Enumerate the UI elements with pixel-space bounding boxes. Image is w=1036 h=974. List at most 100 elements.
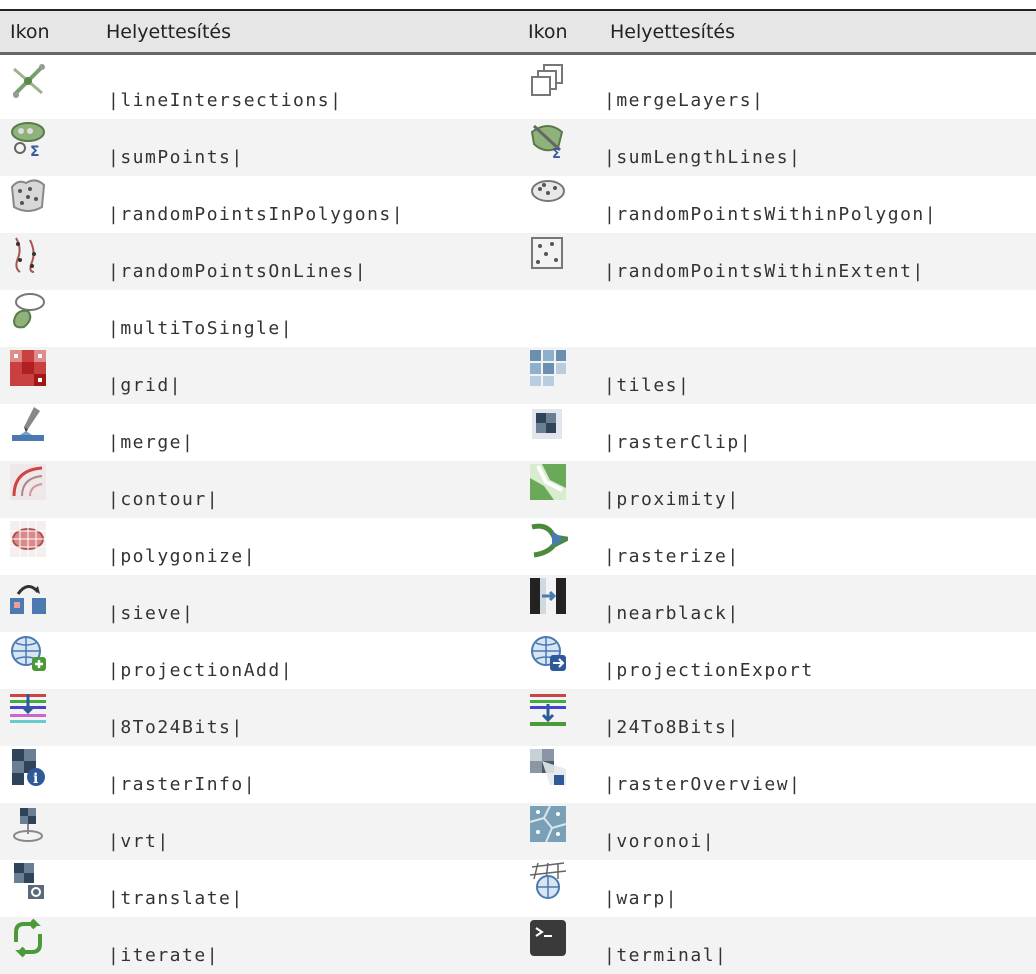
icon-cell xyxy=(0,461,96,518)
grid-icon xyxy=(10,350,46,386)
empty-icon-cell xyxy=(520,290,600,347)
voronoi-icon xyxy=(529,805,567,843)
icon-cell xyxy=(520,689,600,746)
icon-cell xyxy=(0,860,96,917)
substitution-text: |polygonize| xyxy=(108,546,257,567)
header-icon-col: Ikon xyxy=(0,11,96,55)
terminal-icon xyxy=(530,920,566,956)
sieve-icon xyxy=(10,585,46,614)
icon-cell xyxy=(520,347,600,404)
icon-cell xyxy=(0,347,96,404)
warp-icon xyxy=(529,862,567,899)
substitution-text: |terminal| xyxy=(600,917,1036,974)
substitution-text: |multiToSingle| xyxy=(108,318,294,339)
table-row: |lineIntersections| |mergeLayers| xyxy=(0,54,1036,120)
substitution-text: |randomPointsWithinPolygon| xyxy=(604,204,938,225)
random-points-in-polygons-icon xyxy=(10,179,46,212)
substitution-text: |sieve| xyxy=(96,575,520,632)
vrt-icon xyxy=(13,808,43,842)
raster-clip-icon xyxy=(532,409,562,439)
8-to-24-bits-icon xyxy=(10,694,46,723)
substitution-text: |mergeLayers| xyxy=(604,90,765,111)
icon-cell xyxy=(0,632,96,689)
random-points-within-extent-icon xyxy=(531,237,563,269)
icon-cell xyxy=(520,803,600,860)
substitution-text: |vrt| xyxy=(96,803,520,860)
substitution-text: |rasterOverview| xyxy=(604,774,802,795)
table-row: |vrt| |voronoi| xyxy=(0,803,1036,860)
header-text-col: Helyettesítés xyxy=(96,11,520,55)
substitution-text: |merge| xyxy=(108,432,195,453)
random-points-within-polygon-icon xyxy=(531,180,565,202)
icon-cell xyxy=(520,176,600,233)
substitution-text: |warp| xyxy=(604,888,679,909)
projection-export-icon xyxy=(531,636,566,671)
tiles-icon xyxy=(530,350,566,386)
icon-cell xyxy=(520,461,600,518)
substitution-text: |randomPointsWithinExtent| xyxy=(600,233,1036,290)
icon-cell xyxy=(0,575,96,632)
icon-cell xyxy=(520,233,600,290)
iterate-icon xyxy=(14,918,42,958)
svg-text:i: i xyxy=(33,771,38,787)
substitution-text: |rasterClip| xyxy=(604,432,753,453)
translate-icon xyxy=(14,863,44,899)
icon-cell xyxy=(520,917,600,974)
contour-icon xyxy=(10,464,46,500)
sum-points-icon: Σ xyxy=(11,122,45,160)
substitution-text: |projectionAdd| xyxy=(108,660,294,681)
substitution-text: |nearblack| xyxy=(600,575,1036,632)
icon-cell xyxy=(0,233,96,290)
icon-cell xyxy=(520,860,600,917)
substitution-text: |sumLengthLines| xyxy=(600,119,1036,176)
table-row: |iterate| |terminal| xyxy=(0,917,1036,974)
header-text-col-2: Helyettesítés xyxy=(600,11,1036,55)
merge-icon xyxy=(12,407,44,441)
multi-to-single-icon xyxy=(12,293,45,329)
table-row: |merge| |rasterClip| xyxy=(0,404,1036,461)
substitution-text: |tiles| xyxy=(600,347,1036,404)
rasterize-icon xyxy=(531,523,568,558)
substitution-text: |lineIntersections| xyxy=(108,90,343,111)
table-row: |projectionAdd| |projectionExport xyxy=(0,632,1036,689)
substitution-text: |contour| xyxy=(96,461,520,518)
merge-layers-icon xyxy=(531,64,563,96)
icon-cell xyxy=(520,518,600,575)
icon-cell xyxy=(520,54,600,120)
table-row: |randomPointsOnLines| |randomPointsWithin… xyxy=(0,233,1036,290)
table-row: |contour| |proximity| xyxy=(0,461,1036,518)
icon-cell: Σ xyxy=(520,119,600,176)
substitution-text: |rasterInfo| xyxy=(108,774,257,795)
icon-cell xyxy=(0,518,96,575)
proximity-icon xyxy=(530,464,566,500)
line-intersections-icon xyxy=(12,64,45,98)
table-row: |8To24Bits| |24To8Bits| xyxy=(0,689,1036,746)
icon-cell xyxy=(520,404,600,461)
header-icon-col-2: Ikon xyxy=(520,11,600,55)
icon-cell xyxy=(0,404,96,461)
icon-cell xyxy=(0,917,96,974)
icon-cell xyxy=(0,176,96,233)
nearblack-icon xyxy=(530,578,566,614)
table-row: |polygonize| |rasterize| xyxy=(0,518,1036,575)
substitution-text: |proximity| xyxy=(600,461,1036,518)
random-points-on-lines-icon xyxy=(15,237,36,273)
raster-overview-icon xyxy=(530,749,566,785)
24-to-8-bits-icon xyxy=(530,694,566,726)
table-header-row: Ikon Helyettesítés Ikon Helyettesítés xyxy=(0,11,1036,55)
table-row: |multiToSingle| xyxy=(0,290,1036,347)
icon-cell xyxy=(520,575,600,632)
table-row: |sieve| |nearblack| xyxy=(0,575,1036,632)
icon-cell xyxy=(0,54,96,120)
substitution-text xyxy=(600,290,1036,347)
svg-text:Σ: Σ xyxy=(552,147,561,160)
icon-cell: Σ xyxy=(0,119,96,176)
table-row: i |rasterInfo| |rasterOverview| xyxy=(0,746,1036,803)
substitution-text: |randomPointsOnLines| xyxy=(96,233,520,290)
table-row: Σ |sumPoints| Σ |sumLengthLines| xyxy=(0,119,1036,176)
substitution-table: Ikon Helyettesítés Ikon Helyettesítés |l… xyxy=(0,11,1036,974)
substitution-text: |projectionExport xyxy=(604,660,814,681)
table-row: |randomPointsInPolygons| |randomPointsWit… xyxy=(0,176,1036,233)
icon-cell: i xyxy=(0,746,96,803)
substitution-text: |translate| xyxy=(108,888,244,909)
